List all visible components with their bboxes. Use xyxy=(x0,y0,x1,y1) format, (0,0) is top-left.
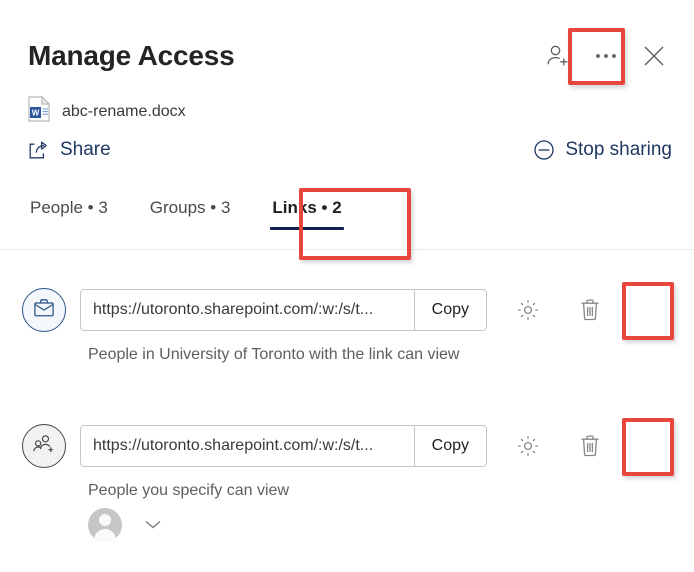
link-2-role-icon-wrap xyxy=(22,424,66,468)
share-icon xyxy=(28,140,50,160)
link-2-description: People you specify can view xyxy=(88,482,289,499)
link-row-1-main: https://utoronto.sharepoint.com/:w:/s/t.… xyxy=(0,288,694,332)
link-1-settings-button[interactable] xyxy=(511,293,545,327)
add-people-button[interactable] xyxy=(540,38,576,74)
link-2-url-group: https://utoronto.sharepoint.com/:w:/s/t.… xyxy=(80,425,487,467)
briefcase-icon xyxy=(33,298,55,323)
link-row-2-main: https://utoronto.sharepoint.com/:w:/s/t.… xyxy=(0,424,694,468)
default-person-avatar[interactable] xyxy=(88,508,122,542)
header-actions xyxy=(540,38,672,74)
stop-sharing-button[interactable]: Stop sharing xyxy=(533,139,672,161)
block-circle-icon xyxy=(533,139,555,161)
add-people-icon xyxy=(545,43,571,69)
link-2-people-row xyxy=(88,508,694,542)
page-title: Manage Access xyxy=(28,40,235,71)
close-button[interactable] xyxy=(636,38,672,74)
trash-icon xyxy=(578,433,602,459)
link-2-copy-button[interactable]: Copy xyxy=(414,426,486,466)
share-label: Share xyxy=(60,139,111,160)
trash-icon xyxy=(578,297,602,323)
chevron-down-icon xyxy=(143,517,163,534)
svg-text:W: W xyxy=(32,108,40,117)
tab-groups[interactable]: Groups • 3 xyxy=(148,196,233,234)
share-command-bar: Share Stop sharing xyxy=(28,133,672,167)
close-icon xyxy=(641,43,667,69)
stop-sharing-label: Stop sharing xyxy=(565,139,672,160)
tabs-divider xyxy=(0,249,694,250)
link-row-2: https://utoronto.sharepoint.com/:w:/s/t.… xyxy=(0,424,694,542)
share-button[interactable]: Share xyxy=(28,139,111,161)
link-1-description: People in University of Toronto with the… xyxy=(88,346,460,363)
gear-icon xyxy=(515,297,541,323)
link-2-expand-button[interactable] xyxy=(140,512,166,538)
link-2-settings-button[interactable] xyxy=(511,429,545,463)
link-1-url-group: https://utoronto.sharepoint.com/:w:/s/t.… xyxy=(80,289,487,331)
more-options-icon xyxy=(594,52,618,60)
tab-links[interactable]: Links • 2 xyxy=(270,196,344,234)
link-1-delete-button[interactable] xyxy=(573,293,607,327)
link-row-1: https://utoronto.sharepoint.com/:w:/s/t.… xyxy=(0,288,694,364)
file-row: W abc-rename.docx xyxy=(28,95,186,127)
file-name: abc-rename.docx xyxy=(62,102,186,120)
link-1-url-input[interactable]: https://utoronto.sharepoint.com/:w:/s/t.… xyxy=(81,290,415,330)
gear-icon xyxy=(515,433,541,459)
tab-bar: People • 3 Groups • 3 Links • 2 xyxy=(28,196,694,246)
more-options-button[interactable] xyxy=(588,38,624,74)
people-add-icon xyxy=(32,433,56,460)
tab-people[interactable]: People • 3 xyxy=(28,196,110,234)
word-document-icon: W xyxy=(28,95,51,127)
header: Manage Access xyxy=(0,28,694,84)
link-2-url-input[interactable]: https://utoronto.sharepoint.com/:w:/s/t.… xyxy=(81,426,415,466)
link-1-role-icon-wrap xyxy=(22,288,66,332)
link-1-copy-button[interactable]: Copy xyxy=(414,290,486,330)
link-2-delete-button[interactable] xyxy=(573,429,607,463)
